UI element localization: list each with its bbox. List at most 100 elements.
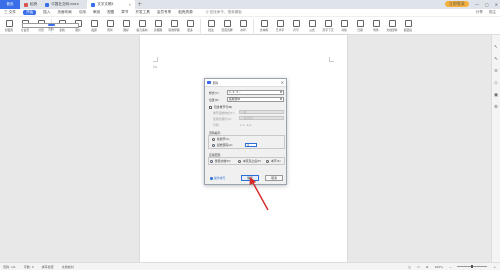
menu-view[interactable]: 视图 — [107, 10, 114, 15]
new-tab-icon[interactable]: + — [137, 1, 142, 8]
style-select[interactable]: 1, 2, 3... ▼ — [227, 90, 284, 95]
tab-home[interactable]: 首页 — [0, 0, 20, 9]
command-search[interactable]: Q 查找命令、搜索模板 — [206, 10, 242, 15]
ribbon-label: 分页 — [38, 27, 44, 32]
ribbon-icons[interactable]: 图标 — [119, 19, 133, 32]
ribbon-page-number[interactable]: 页码 — [22, 23, 79, 31]
tips-link[interactable]: 操作技巧 — [210, 176, 225, 180]
start-page-stepper[interactable]: 4 — [245, 142, 257, 147]
menu-member[interactable]: 会员专享 — [157, 10, 171, 15]
page-indicator[interactable]: 页码: 1/1 — [3, 265, 16, 269]
ribbon-label: 图标 — [123, 27, 129, 32]
menu-home[interactable]: 开始 — [22, 10, 37, 15]
apply-this-radio[interactable] — [238, 159, 241, 163]
page-view-icon[interactable]: ▭ — [417, 265, 420, 269]
close-icon[interactable]: ✕ — [281, 80, 284, 85]
start-option[interactable]: 起始页码(A): — [212, 143, 233, 147]
minimize-icon[interactable]: — — [475, 2, 479, 7]
doc-check[interactable]: 文档校对 — [62, 265, 74, 269]
ribbon-equation[interactable]: 公式 — [305, 19, 319, 32]
ribbon-shape[interactable]: 形状 — [103, 19, 117, 32]
login-button[interactable]: 立即登录 — [444, 1, 469, 7]
menu-insert[interactable]: 插入 — [43, 10, 50, 15]
ribbon-screenshot[interactable]: 截屏 — [87, 19, 101, 32]
continue-radio[interactable] — [212, 137, 215, 141]
ribbon-label: 附件 — [373, 27, 379, 32]
ribbon-label: 首字下沉 — [322, 27, 334, 32]
ribbon-cover-page[interactable]: 封面页 — [2, 19, 16, 32]
menu-file[interactable]: 三 文件 — [4, 10, 16, 15]
style-icon[interactable]: ≡ — [494, 69, 499, 74]
ribbon-header-footer[interactable]: 页眉页脚 — [220, 19, 234, 32]
menu-docer[interactable]: 稻壳资源 — [178, 10, 192, 15]
ribbon-comment[interactable]: 批注 — [204, 19, 218, 32]
tab-doc1[interactable]: 中国社交网.docx — [41, 0, 87, 9]
cancel-button[interactable]: 取消 — [265, 175, 283, 181]
apply-section-radio[interactable] — [266, 159, 269, 163]
position-select[interactable]: 底端居中 ▼ — [227, 97, 284, 102]
ribbon-wordart[interactable]: 艺术字 — [273, 19, 287, 32]
ribbon-mindmap[interactable]: 思维导图 — [167, 19, 181, 32]
object-icon — [340, 19, 348, 27]
ribbon-docer-material[interactable]: 稻壳素材 — [135, 19, 149, 32]
comment-button[interactable]: 批注 — [489, 10, 496, 15]
tab-doc2[interactable]: 文字文稿1 ✕ — [87, 0, 136, 9]
include-chapter-checkbox[interactable] — [209, 105, 212, 109]
apply-whole-radio[interactable] — [210, 159, 213, 163]
apply-whole-option[interactable]: 整篇文档(D) — [210, 159, 231, 163]
ribbon-doc-parts[interactable]: 文档部件 — [385, 19, 399, 32]
ribbon-attachment[interactable]: 附件 — [369, 19, 383, 32]
menu-references[interactable]: 引用 — [79, 10, 86, 15]
settings-icon[interactable]: ⚙ — [494, 105, 499, 110]
page-number-icon — [47, 24, 55, 27]
ribbon-hyperlink[interactable]: 超链接 — [401, 19, 415, 32]
include-chapter-option[interactable]: 包含章节号(N) — [209, 105, 232, 109]
menu-chapter[interactable]: 章节 — [121, 10, 128, 15]
ribbon-dropcap[interactable]: 首字下沉 — [321, 19, 335, 32]
tab-doc1-label: 中国社交网.docx — [51, 2, 79, 6]
web-view-icon[interactable]: ⊕ — [426, 265, 429, 269]
menu-layout[interactable]: 页面布局 — [57, 10, 71, 15]
zoom-in-icon[interactable]: + — [493, 265, 496, 269]
start-page-value: 4 — [247, 142, 249, 147]
maximize-icon[interactable]: ▢ — [485, 2, 489, 7]
ribbon-object[interactable]: 对象 — [337, 19, 351, 32]
apply-this-option[interactable]: 本页及之后(P) — [238, 159, 261, 163]
zoom-out-icon[interactable]: − — [449, 265, 452, 269]
read-mode-icon[interactable]: ◫ — [408, 265, 411, 269]
word-count[interactable]: 字数: 0 — [24, 265, 34, 269]
ribbon-flowchart[interactable]: 流程图 — [151, 19, 165, 32]
ribbon-symbol[interactable]: 符号 — [289, 19, 303, 32]
text-cursor-mark: Cu — [153, 65, 158, 69]
close-icon[interactable]: ✕ — [495, 2, 498, 7]
ribbon-label: 页眉页脚 — [221, 27, 233, 32]
zoom-slider[interactable] — [457, 265, 488, 268]
ribbon-date[interactable]: 日期 — [353, 19, 367, 32]
wordart-icon — [276, 19, 284, 27]
menu-developer[interactable]: 开发工具 — [135, 10, 149, 15]
ribbon-textbox[interactable]: 文本框 — [257, 19, 271, 32]
shape-icon[interactable]: ◇ — [494, 81, 499, 86]
ribbon-watermark[interactable]: 水印 — [236, 19, 250, 32]
dropcap-icon — [324, 19, 332, 27]
ribbon-label: 公式 — [309, 27, 315, 32]
share-button[interactable]: 分享 — [476, 10, 483, 15]
separator-field: - (连字符) — [239, 116, 284, 120]
continue-option[interactable]: 续前节(C) — [212, 137, 230, 141]
header-footer-icon — [223, 19, 231, 27]
separator-label: 使用分隔符(S): — [213, 117, 232, 121]
apply-section-option[interactable]: 本节(S) — [266, 159, 281, 163]
zoom-handle[interactable] — [471, 265, 474, 268]
zoom-level[interactable]: 100% — [434, 265, 443, 269]
select-icon[interactable]: ↖ — [494, 45, 499, 50]
ribbon-more[interactable]: 更多 — [183, 19, 197, 32]
ok-button[interactable]: 确定 — [241, 175, 259, 181]
start-radio[interactable] — [212, 143, 215, 147]
picture-icon[interactable]: ▣ — [494, 93, 499, 98]
spell-check[interactable]: 拼写检查 — [42, 265, 54, 269]
close-tab-icon[interactable]: ✕ — [128, 3, 131, 7]
ribbon-label: 稻壳素材 — [136, 27, 148, 32]
edit-icon[interactable]: ✎ — [494, 57, 499, 62]
menu-review[interactable]: 审阅 — [93, 10, 100, 15]
tab-docer[interactable]: 稻壳 — [20, 0, 41, 9]
